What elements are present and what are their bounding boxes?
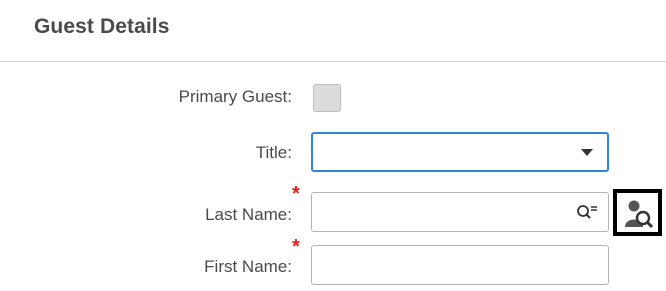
required-marker: * <box>292 236 300 258</box>
guest-details-panel: Guest Details Primary Guest: Title: Last… <box>0 0 666 291</box>
last-name-label: Last Name: <box>205 205 292 224</box>
guest-lookup-button[interactable] <box>613 189 662 236</box>
section-title: Guest Details <box>34 15 170 38</box>
required-marker: * <box>292 183 300 205</box>
last-name-input[interactable] <box>311 192 609 232</box>
first-name-label: First Name: <box>204 257 292 276</box>
search-list-icon[interactable] <box>576 203 598 221</box>
primary-guest-checkbox[interactable] <box>313 84 341 112</box>
chevron-down-icon <box>581 149 593 156</box>
section-divider <box>0 61 666 62</box>
primary-guest-label: Primary Guest: <box>178 87 292 106</box>
title-label: Title: <box>255 143 292 162</box>
title-select[interactable] <box>311 132 609 172</box>
person-search-icon <box>625 200 654 229</box>
first-name-input[interactable] <box>311 245 609 285</box>
